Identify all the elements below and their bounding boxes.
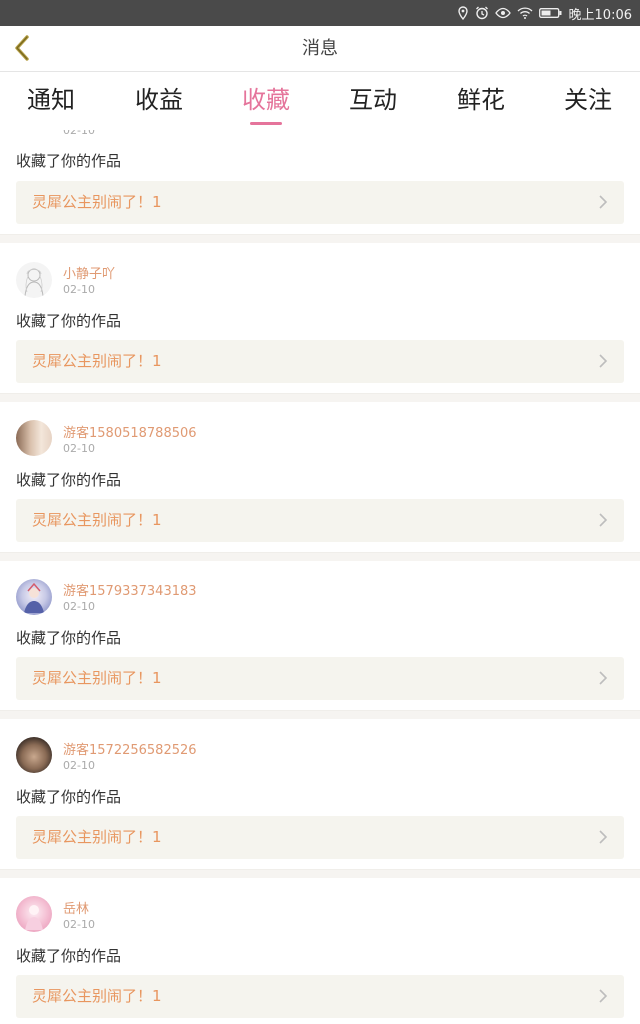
pink-anime-avatar[interactable] xyxy=(16,896,52,932)
work-title: 灵犀公主别闹了！1 xyxy=(32,352,162,370)
divider xyxy=(0,869,640,878)
status-icons: 晚上10:06 xyxy=(457,0,632,26)
work-link[interactable]: 灵犀公主别闹了！1 xyxy=(16,340,624,383)
username[interactable]: 岳林 xyxy=(63,898,89,917)
chevron-right-icon xyxy=(599,830,608,844)
battery-icon xyxy=(538,7,563,19)
divider xyxy=(0,552,640,561)
list-item: 小静子吖 02-10 收藏了你的作品 灵犀公主别闹了！1 xyxy=(0,243,640,393)
action-text: 收藏了你的作品 xyxy=(16,629,122,647)
anime-character-avatar[interactable] xyxy=(16,579,52,615)
message-date: 02-10 xyxy=(63,130,95,137)
divider xyxy=(0,393,640,402)
chevron-right-icon xyxy=(599,989,608,1003)
list-item: 游客1579337343183 02-10 收藏了你的作品 灵犀公主别闹了！1 xyxy=(0,561,640,710)
work-title: 灵犀公主别闹了！1 xyxy=(32,511,162,529)
message-date: 02-10 xyxy=(63,600,95,613)
location-icon xyxy=(457,6,469,20)
message-date: 02-10 xyxy=(63,283,95,296)
work-link[interactable]: 灵犀公主别闹了！1 xyxy=(16,975,624,1018)
username[interactable]: 游客1580518788506 xyxy=(63,422,197,441)
alarm-icon xyxy=(475,6,489,20)
action-text: 收藏了你的作品 xyxy=(16,152,122,170)
work-link[interactable]: 灵犀公主别闹了！1 xyxy=(16,657,624,700)
tab-favorites[interactable]: 收藏 xyxy=(216,72,316,130)
wifi-icon xyxy=(517,7,533,19)
username[interactable]: 游客1572256582526 xyxy=(63,739,197,758)
divider xyxy=(0,234,640,243)
status-time: 晚上10:06 xyxy=(568,7,632,23)
page-title: 消息 xyxy=(302,38,338,59)
tab-label: 互动 xyxy=(349,86,397,114)
chevron-right-icon xyxy=(599,195,608,209)
eye-icon xyxy=(494,7,511,19)
chevron-right-icon xyxy=(599,513,608,527)
work-title: 灵犀公主别闹了！1 xyxy=(32,193,162,211)
list-item: 游客1580518788506 02-10 收藏了你的作品 灵犀公主别闹了！1 xyxy=(0,402,640,552)
tab-bar: 通知 收益 收藏 互动 鲜花 关注 xyxy=(0,72,640,130)
work-title: 灵犀公主别闹了！1 xyxy=(32,987,162,1005)
sketch-girl-avatar[interactable] xyxy=(16,262,52,298)
tab-earnings[interactable]: 收益 xyxy=(109,72,209,130)
action-text: 收藏了你的作品 xyxy=(16,471,122,489)
tab-label: 关注 xyxy=(564,86,612,114)
action-text: 收藏了你的作品 xyxy=(16,947,122,965)
photo-girl-avatar[interactable] xyxy=(16,420,52,456)
list-item: 岳林 02-10 收藏了你的作品 灵犀公主别闹了！1 xyxy=(0,878,640,1024)
photo-person-avatar[interactable] xyxy=(16,737,52,773)
work-title: 灵犀公主别闹了！1 xyxy=(32,828,162,846)
status-bar: 晚上10:06 xyxy=(0,0,640,26)
message-date: 02-10 xyxy=(63,759,95,772)
tab-interactions[interactable]: 互动 xyxy=(323,72,423,130)
username[interactable]: 小静子吖 xyxy=(63,263,115,282)
action-text: 收藏了你的作品 xyxy=(16,312,122,330)
work-title: 灵犀公主别闹了！1 xyxy=(32,669,162,687)
work-link[interactable]: 灵犀公主别闹了！1 xyxy=(16,499,624,542)
tab-flowers[interactable]: 鲜花 xyxy=(431,72,531,130)
list-item: 游客1572256582526 02-10 收藏了你的作品 灵犀公主别闹了！1 xyxy=(0,719,640,869)
tab-label: 收益 xyxy=(135,86,183,114)
navigation-bar: 消息 xyxy=(0,26,640,72)
work-link[interactable]: 灵犀公主别闹了！1 xyxy=(16,816,624,859)
username[interactable]: 游客1579337343183 xyxy=(63,580,197,599)
tab-notifications[interactable]: 通知 xyxy=(1,72,101,130)
chevron-right-icon xyxy=(599,354,608,368)
message-date: 02-10 xyxy=(63,442,95,455)
tab-label: 收藏 xyxy=(242,86,290,114)
divider xyxy=(0,710,640,719)
message-date: 02-10 xyxy=(63,918,95,931)
work-link[interactable]: 灵犀公主别闹了！1 xyxy=(16,181,624,224)
tab-label: 通知 xyxy=(27,86,75,114)
active-tab-indicator xyxy=(250,122,282,125)
tab-label: 鲜花 xyxy=(457,86,505,114)
list-item: 02-10 收藏了你的作品 灵犀公主别闹了！1 xyxy=(0,130,640,234)
favorites-feed[interactable]: 02-10 收藏了你的作品 灵犀公主别闹了！1 小静子吖 02-10 收藏了你的… xyxy=(0,130,640,1024)
action-text: 收藏了你的作品 xyxy=(16,788,122,806)
chevron-right-icon xyxy=(599,671,608,685)
tab-following[interactable]: 关注 xyxy=(538,72,638,130)
